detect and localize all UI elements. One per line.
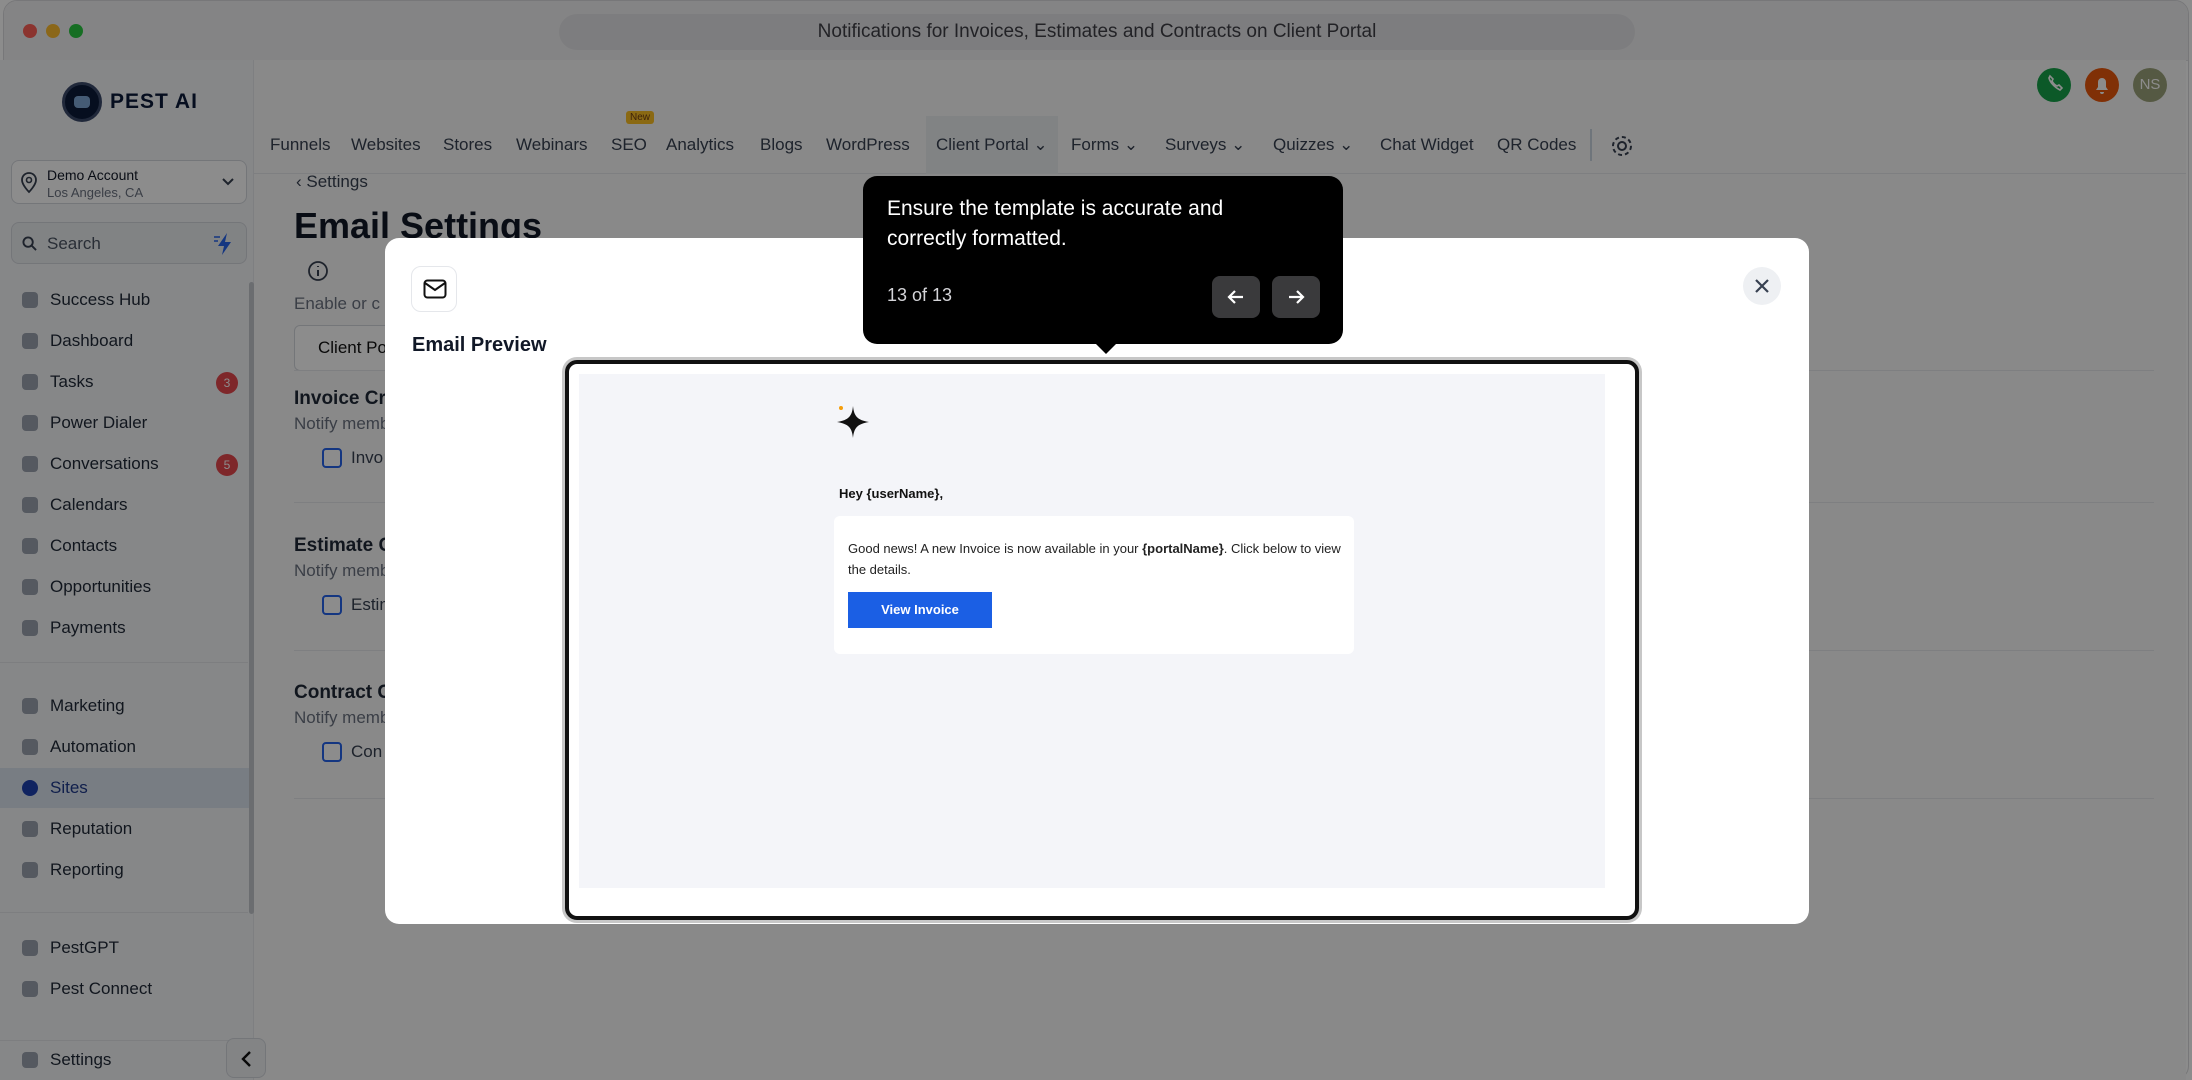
tour-next-button[interactable]	[1272, 276, 1320, 318]
tour-progress: 13 of 13	[887, 285, 953, 305]
mail-icon	[423, 279, 447, 299]
close-icon	[1755, 279, 1769, 293]
email-preview-frame: Hey {userName}, Good news! A new Invoice…	[565, 360, 1639, 920]
mail-icon-box	[411, 266, 457, 312]
portal-name-placeholder: {portalName}	[1142, 541, 1224, 556]
tour-previous-button[interactable]	[1212, 276, 1260, 318]
arrow-left-icon	[1227, 290, 1243, 304]
email-greeting: Hey {userName},	[839, 486, 944, 501]
view-invoice-button[interactable]: View Invoice	[848, 592, 992, 628]
sparkle-logo-icon	[837, 406, 869, 438]
arrow-right-icon	[1289, 290, 1305, 304]
email-card: Good news! A new Invoice is now availabl…	[834, 516, 1354, 654]
email-message-part: Good news! A new Invoice is now availabl…	[848, 541, 1143, 556]
tour-message: Ensure the template is accurate and corr…	[887, 197, 1224, 250]
close-modal-button[interactable]	[1743, 267, 1781, 305]
tour-tooltip: Ensure the template is accurate and corr…	[863, 176, 1343, 354]
modal-title: Email Preview	[412, 334, 547, 356]
email-message: Good news! A new Invoice is now availabl…	[848, 538, 1348, 580]
email-body: Hey {userName}, Good news! A new Invoice…	[579, 374, 1605, 888]
